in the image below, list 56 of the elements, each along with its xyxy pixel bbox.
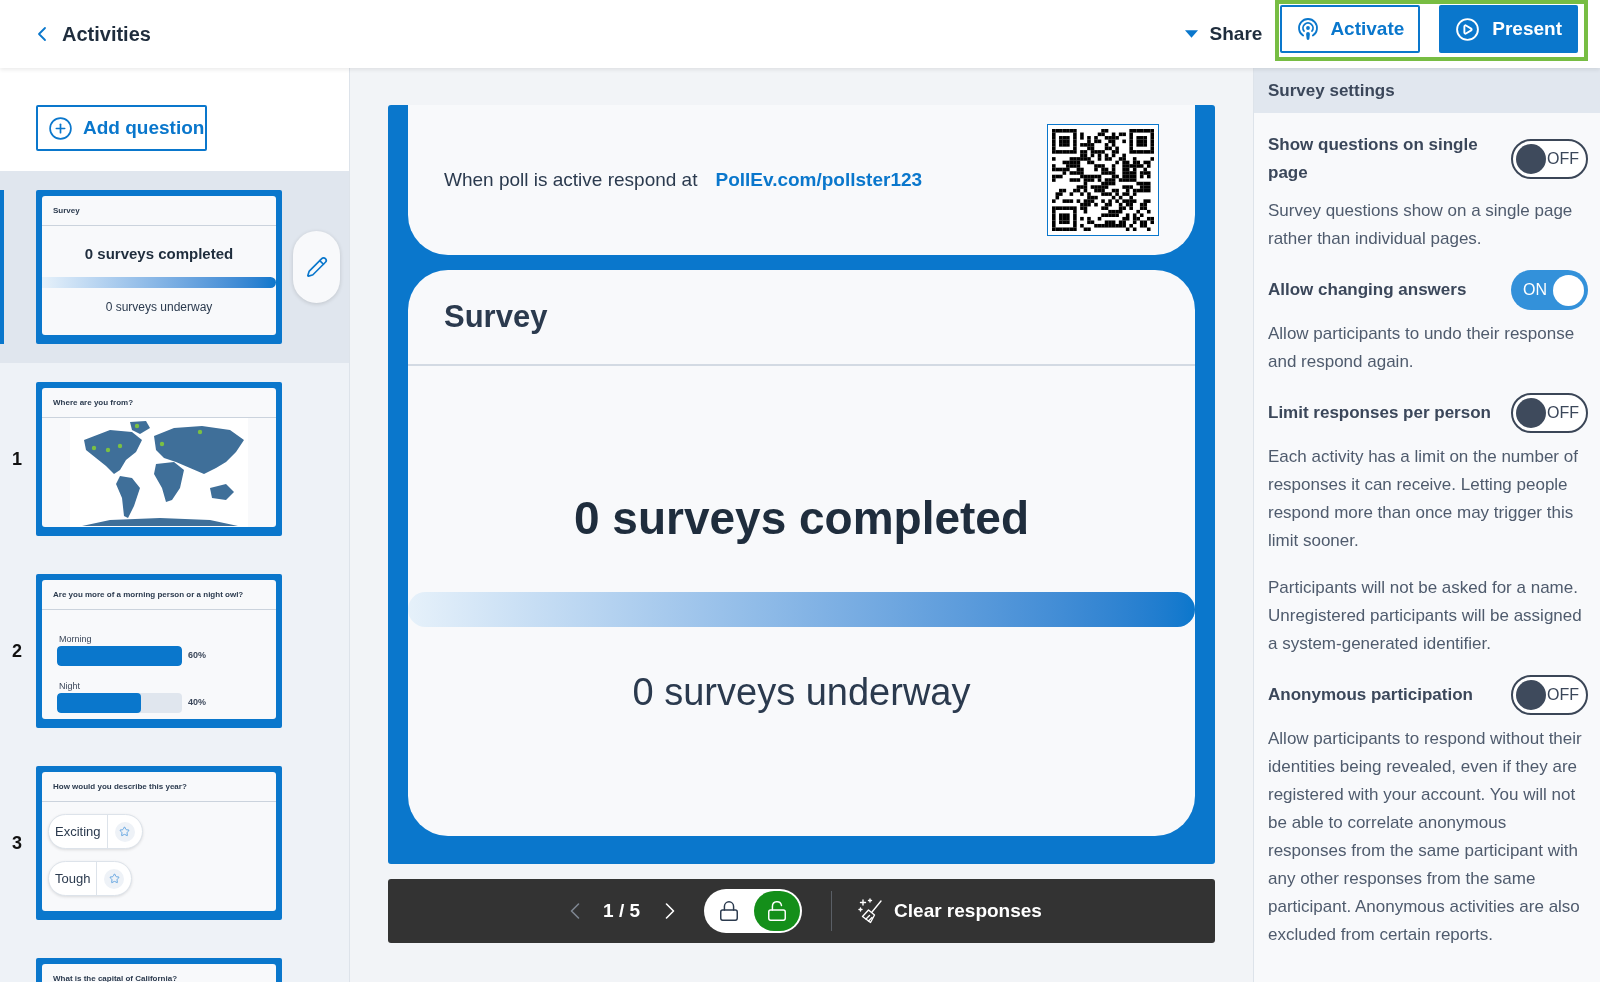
unlock-button[interactable] bbox=[754, 891, 801, 931]
setting-label: Allow changing answers bbox=[1268, 279, 1468, 301]
thumbnail-title: What is the capital of California? bbox=[53, 972, 177, 982]
caret-icon bbox=[1184, 30, 1198, 38]
thumbnail-completed-text: 0 surveys completed bbox=[84, 245, 234, 263]
thumbnail-title: Survey bbox=[53, 204, 80, 217]
setting-label: Show questions on single page bbox=[1268, 134, 1479, 184]
underway-count: 0 surveys underway bbox=[631, 670, 972, 715]
survey-title: Survey bbox=[444, 297, 548, 336]
activate-button[interactable]: Activate bbox=[1280, 5, 1421, 53]
broadcast-icon bbox=[1296, 17, 1321, 41]
settings-title: Survey settings bbox=[1268, 79, 1395, 102]
pencil-icon bbox=[305, 256, 328, 278]
unlocked-lock-icon bbox=[766, 900, 789, 922]
present-button[interactable]: Present bbox=[1439, 5, 1578, 53]
chip-label: Tough bbox=[54, 869, 92, 888]
add-question-button[interactable]: Add question bbox=[36, 105, 207, 151]
toggle-knob bbox=[1553, 274, 1584, 306]
item-number: 3 bbox=[12, 831, 22, 855]
toggle-switch[interactable]: OFF bbox=[1511, 393, 1588, 433]
toggle-switch[interactable]: OFF bbox=[1511, 139, 1588, 179]
option-label: Night bbox=[58, 681, 81, 692]
option-percent: 60% bbox=[188, 649, 206, 663]
option-percent: 40% bbox=[188, 696, 206, 710]
toggle-switch[interactable]: OFF bbox=[1511, 675, 1588, 715]
toggle-knob bbox=[1516, 144, 1546, 174]
sidebar-item[interactable]: Survey 0 surveys completed 0 surveys underway bbox=[0, 171, 349, 363]
plus-icon bbox=[48, 115, 73, 141]
thumbnail-title: Are you more of a morning person or a night owl? bbox=[53, 588, 244, 601]
clear-responses-button[interactable]: Clear responses bbox=[858, 896, 1042, 926]
option-label: Morning bbox=[58, 634, 93, 645]
setting-description: Participants will not be asked for a name. Unregistered participants will be assigned a system-generated identifier. bbox=[1268, 577, 1583, 655]
item-number: 1 bbox=[12, 447, 22, 471]
setting-description: Survey questions show on a single page rather than individual pages. bbox=[1268, 200, 1574, 250]
poll-link[interactable]: PollEv.com/pollster123 bbox=[715, 165, 923, 195]
chip-label: Exciting bbox=[54, 822, 102, 841]
toggle-knob bbox=[1516, 398, 1546, 428]
item-number: 2 bbox=[12, 639, 22, 663]
lock-icon bbox=[718, 900, 741, 922]
thumbnail-underway-text: 0 surveys underway bbox=[105, 300, 213, 315]
thumbnail-title: Where are you from? bbox=[53, 396, 133, 409]
completed-count: 0 surveys completed bbox=[572, 491, 1031, 545]
setting-label: Anonymous participation bbox=[1268, 684, 1474, 706]
respond-instruction: When poll is active respond at bbox=[444, 167, 698, 192]
lock-toggle[interactable] bbox=[704, 889, 803, 933]
thumbnail-title: How would you describe this year? bbox=[53, 780, 187, 793]
setting-label: Limit responses per person bbox=[1268, 402, 1492, 424]
toggle-knob bbox=[1516, 680, 1546, 710]
setting-description: Allow participants to respond without their identities being revealed, even if they are registered with your account. You will not be able to correlate anonymous responses from the same participant with any other responses from the same participant. Anonymous activities are also excluded from certain reports. bbox=[1268, 728, 1583, 946]
share-button[interactable]: Share bbox=[1184, 19, 1263, 49]
setting-description: Allow participants to undo their response and respond again. bbox=[1268, 323, 1576, 373]
play-icon bbox=[1455, 16, 1481, 42]
edit-button[interactable] bbox=[293, 231, 340, 303]
back-link[interactable]: Activities bbox=[30, 19, 151, 49]
page-indicator: 1 / 5 bbox=[603, 898, 641, 923]
setting-description: Each activity has a limit on the number of responses it can receive. Letting people respond more than once may trigger this limit sooner. bbox=[1268, 446, 1579, 552]
